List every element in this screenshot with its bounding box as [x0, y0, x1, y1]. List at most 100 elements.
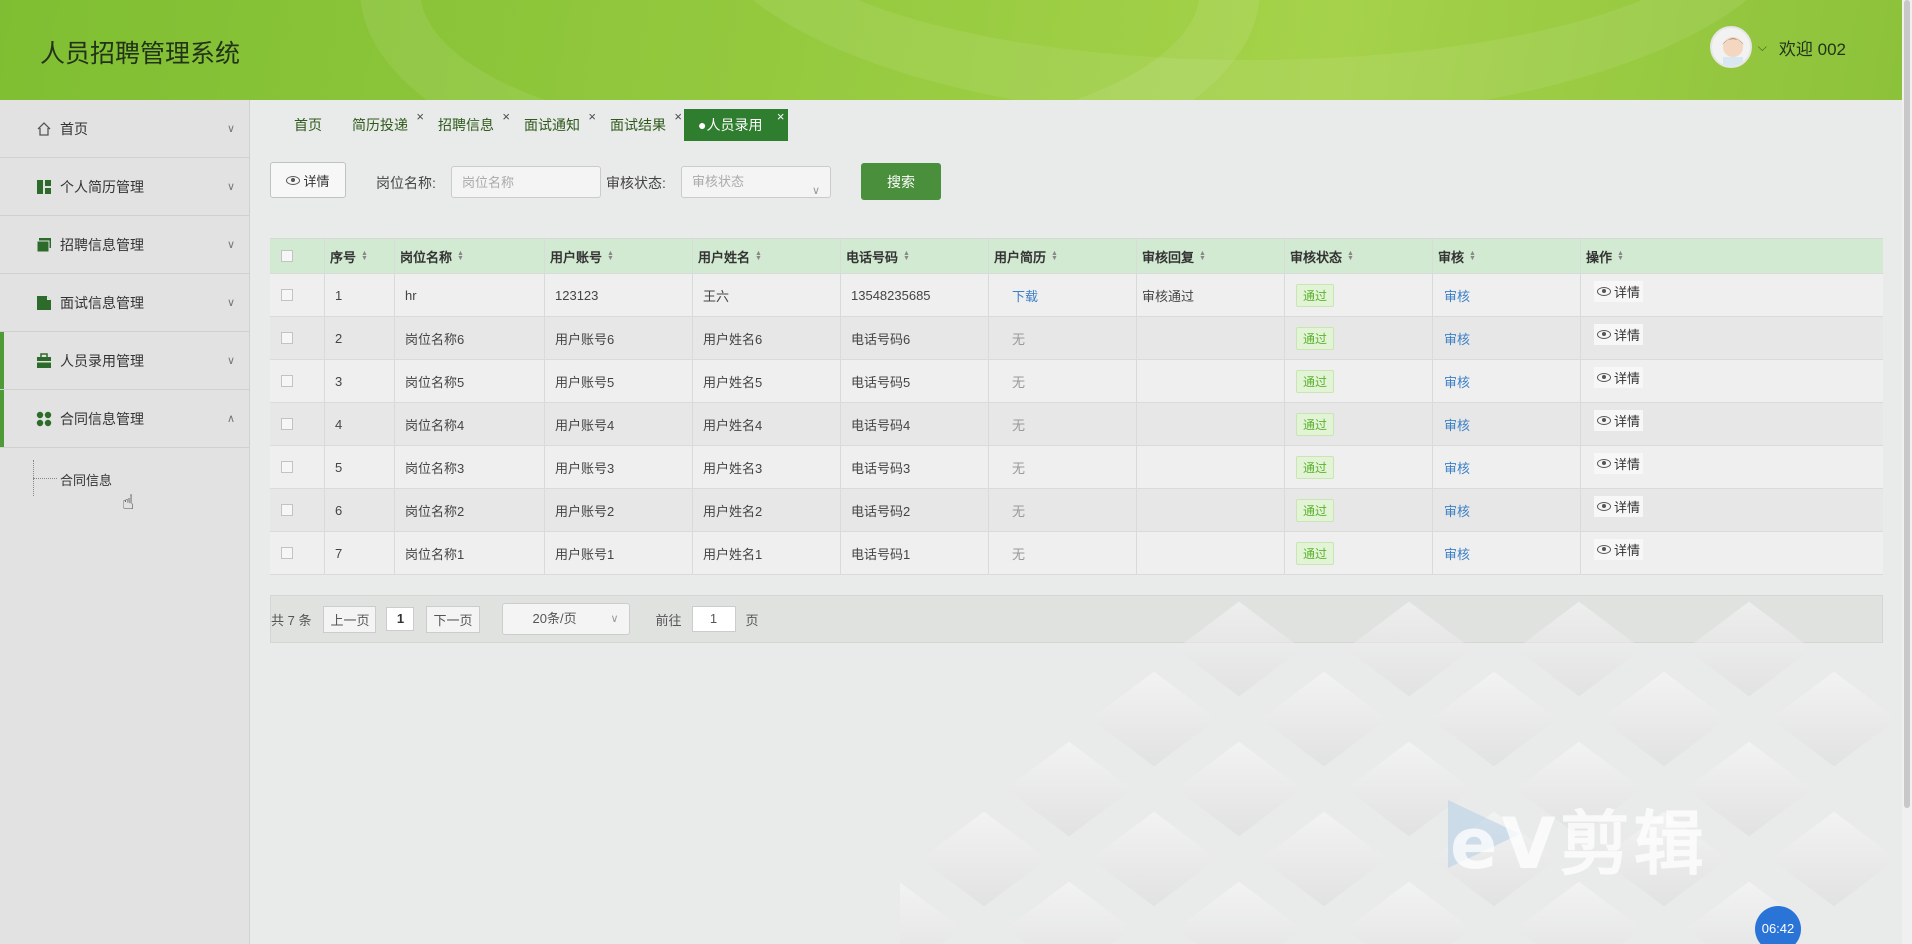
next-page-button[interactable]: 下一页: [426, 605, 480, 633]
detail-link[interactable]: 详情: [1594, 409, 1644, 431]
tab-hiring[interactable]: ●人员录用 ×: [684, 109, 789, 141]
detail-link[interactable]: 详情: [1594, 452, 1644, 474]
cell-name: 王六: [703, 288, 730, 304]
cell-name: 用户姓名6: [703, 331, 763, 347]
job-name-input[interactable]: [451, 166, 601, 198]
chevron-down-icon[interactable]: ⌵: [1758, 40, 1767, 55]
scrollbar-thumb[interactable]: [1904, 0, 1910, 808]
page-size-select[interactable]: 20条/页 ∨: [501, 603, 630, 635]
detail-link[interactable]: 详情: [1594, 538, 1644, 560]
sort-icon: ▲ ▼: [755, 250, 762, 262]
row-checkbox[interactable]: [281, 332, 293, 344]
page-number[interactable]: 1: [386, 607, 415, 631]
prev-page-button[interactable]: 上一页: [323, 605, 377, 633]
header-cell[interactable]: 序号 ▲ ▼: [325, 239, 395, 273]
detail-button[interactable]: 详情: [270, 162, 346, 198]
pointer-cursor-icon: ☝: [122, 492, 135, 514]
sidebar-item-resume[interactable]: 个人简历管理 ∨: [0, 158, 249, 216]
eye-icon: [1597, 286, 1611, 296]
cell-resume-none: 无: [1012, 374, 1026, 390]
audit-link[interactable]: 审核: [1444, 415, 1470, 434]
sort-icon: ▲ ▼: [607, 250, 614, 262]
tab-home[interactable]: 首页: [282, 109, 334, 141]
tab-interview-result[interactable]: 面试结果 ×: [598, 109, 682, 141]
close-icon[interactable]: ×: [416, 101, 424, 133]
select-all-checkbox[interactable]: [281, 250, 293, 262]
table-cell: [270, 489, 325, 531]
sidebar-item-interview[interactable]: 面试信息管理 ∨: [0, 274, 249, 332]
cell-resume-none: 无: [1012, 331, 1026, 347]
table-row: 5 岗位名称3 用户账号3 用户姓名3 电话号码3 无 通过 审核 详情: [270, 446, 1883, 489]
table-cell: 岗位名称4: [395, 403, 545, 445]
header-cell[interactable]: 电话号码 ▲ ▼: [841, 239, 989, 273]
chevron-down-icon: ∨: [226, 239, 235, 251]
detail-link[interactable]: 详情: [1594, 495, 1644, 517]
audit-link[interactable]: 审核: [1444, 329, 1470, 348]
header-cell[interactable]: 操作 ▲ ▼: [1581, 239, 1883, 273]
audit-link[interactable]: 审核: [1444, 286, 1470, 305]
header-cell[interactable]: 审核 ▲ ▼: [1433, 239, 1581, 273]
close-icon[interactable]: ×: [588, 101, 596, 133]
user-menu[interactable]: ⌵ 欢迎 002: [1709, 26, 1846, 68]
search-button[interactable]: 搜索: [861, 163, 941, 200]
table-row: 2 岗位名称6 用户账号6 用户姓名6 电话号码6 无 通过 审核 详情: [270, 317, 1883, 360]
cell-no: 7: [335, 545, 343, 561]
row-checkbox[interactable]: [281, 418, 293, 430]
avatar[interactable]: [1709, 26, 1752, 68]
sidebar-item-label: 招聘信息管理: [60, 236, 144, 253]
status-select[interactable]: 审核状态 ∨: [681, 166, 831, 198]
sidebar-item-home[interactable]: 首页 ∨: [0, 100, 249, 158]
sidebar-item-hiring[interactable]: 人员录用管理 ∨: [0, 332, 249, 390]
cell-no: 2: [335, 330, 343, 346]
tab-interview-notice[interactable]: 面试通知 ×: [512, 109, 596, 141]
detail-link[interactable]: 详情: [1594, 280, 1644, 302]
page-scrollbar[interactable]: [1902, 0, 1912, 944]
goto-page-input[interactable]: 1: [691, 606, 736, 632]
header-cell[interactable]: 用户账号 ▲ ▼: [545, 239, 693, 273]
row-checkbox[interactable]: [281, 375, 293, 387]
resume-download-link[interactable]: 下载: [1012, 286, 1038, 305]
header-cell[interactable]: 用户姓名 ▲ ▼: [693, 239, 841, 273]
row-checkbox[interactable]: [281, 461, 293, 473]
tile-decoration: [921, 811, 1047, 907]
chevron-down-icon: ∨: [226, 181, 235, 193]
table-cell: [1137, 360, 1285, 402]
sidebar-item-label: 首页: [60, 120, 88, 137]
audit-link[interactable]: 审核: [1444, 501, 1470, 520]
table-cell: 岗位名称2: [395, 489, 545, 531]
table-cell: 电话号码1: [841, 532, 989, 574]
close-icon[interactable]: ×: [777, 101, 785, 133]
app-header: 人员招聘管理系统 ⌵ 欢迎 002: [0, 0, 1902, 100]
tile-decoration: [1006, 881, 1132, 944]
table-cell: 用户账号1: [545, 532, 693, 574]
table-cell: [270, 274, 325, 316]
sidebar-item-contract[interactable]: 合同信息管理 ∧: [0, 390, 249, 448]
sidebar-item-recruit-info[interactable]: 招聘信息管理 ∨: [0, 216, 249, 274]
audit-link[interactable]: 审核: [1444, 458, 1470, 477]
select-all-cell: [270, 239, 325, 273]
header-cell[interactable]: 岗位名称 ▲ ▼: [395, 239, 545, 273]
table-cell: 无: [989, 489, 1137, 531]
tab-resume-submit[interactable]: 简历投递 ×: [340, 109, 424, 141]
close-icon[interactable]: ×: [502, 101, 510, 133]
header-cell[interactable]: 审核回复 ▲ ▼: [1137, 239, 1285, 273]
row-checkbox[interactable]: [281, 289, 293, 301]
audit-link[interactable]: 审核: [1444, 544, 1470, 563]
status-badge: 通过: [1296, 541, 1335, 565]
row-checkbox[interactable]: [281, 547, 293, 559]
header-cell[interactable]: 审核状态 ▲ ▼: [1285, 239, 1433, 273]
chevron-down-icon: ∨: [226, 355, 235, 367]
row-checkbox[interactable]: [281, 504, 293, 516]
cell-name: 用户姓名5: [703, 374, 763, 390]
detail-link[interactable]: 详情: [1594, 323, 1644, 345]
audit-link[interactable]: 审核: [1444, 372, 1470, 391]
close-icon[interactable]: ×: [674, 101, 682, 133]
tile-decoration: [1176, 881, 1302, 944]
table-row: 4 岗位名称4 用户账号4 用户姓名4 电话号码4 无 通过 审核 详情: [270, 403, 1883, 446]
tab-recruit-info[interactable]: 招聘信息 ×: [426, 109, 510, 141]
table-cell: 详情: [1581, 317, 1883, 359]
table-cell: [1137, 403, 1285, 445]
detail-link[interactable]: 详情: [1594, 366, 1644, 388]
header-cell[interactable]: 用户简历 ▲ ▼: [989, 239, 1137, 273]
table-cell: 用户姓名4: [693, 403, 841, 445]
